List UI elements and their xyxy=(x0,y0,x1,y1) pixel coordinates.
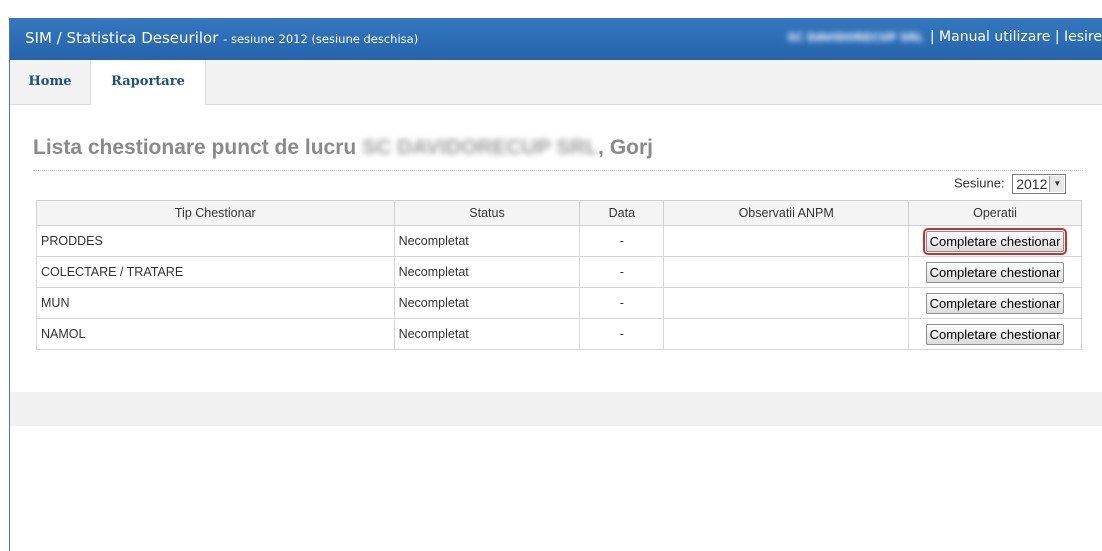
cell-data: - xyxy=(579,256,665,288)
page-title: Lista chestionare punct de lucru SC DAVI… xyxy=(33,136,653,160)
session-selector: Sesiune: 2012 ▼ xyxy=(954,174,1067,194)
cell-status: Necompletat xyxy=(393,225,581,257)
cell-status: Necompletat xyxy=(393,318,581,350)
page-title-suffix: , Gorj xyxy=(598,136,654,159)
cell-operatii: Completare chestionar xyxy=(908,318,1082,350)
session-label: Sesiune: xyxy=(954,175,1005,191)
complete-questionnaire-button[interactable]: Completare chestionar xyxy=(925,323,1065,345)
cell-tip: MUN xyxy=(36,287,395,319)
cell-operatii: Completare chestionar xyxy=(908,287,1082,319)
column-header-status: Status xyxy=(393,200,581,226)
manual-link[interactable]: Manual utilizare xyxy=(939,29,1050,45)
title-divider xyxy=(33,170,1083,171)
tab-raportare[interactable]: Raportare xyxy=(90,60,206,105)
main-nav: Home Raportare xyxy=(10,60,1102,105)
session-select[interactable]: 2012 ▼ xyxy=(1012,174,1067,194)
cell-tip: COLECTARE / TRATARE xyxy=(36,256,395,288)
app-title-block: SIM / Statistica Deseurilor - sesiune 20… xyxy=(25,29,418,47)
table-header-row: Tip Chestionar Status Data Observatii AN… xyxy=(36,200,1082,226)
column-header-observatii: Observatii ANPM xyxy=(663,200,910,226)
column-header-operatii: Operatii xyxy=(908,200,1082,226)
table-row: NAMOL Necompletat - Completare chestiona… xyxy=(36,318,1082,350)
table-row: COLECTARE / TRATARE Necompletat - Comple… xyxy=(36,256,1082,288)
questionnaire-table: Tip Chestionar Status Data Observatii AN… xyxy=(36,200,1082,350)
page-title-company: SC DAVIDORECUP SRL xyxy=(362,136,599,159)
app-title: SIM / Statistica Deseurilor xyxy=(25,29,219,47)
header-user-links: SC DAVIDORECUP SRL | Manual utilizare | … xyxy=(787,29,1102,45)
cell-observatii xyxy=(663,287,910,319)
cell-data: - xyxy=(579,287,665,319)
company-name: SC DAVIDORECUP SRL xyxy=(787,31,924,44)
column-header-tip: Tip Chestionar xyxy=(36,200,395,226)
session-info: - sesiune 2012 (sesiune deschisa) xyxy=(223,32,419,46)
tab-home[interactable]: Home xyxy=(10,60,90,104)
cell-data: - xyxy=(579,225,665,257)
cell-observatii xyxy=(663,318,910,350)
session-select-value: 2012 xyxy=(1016,176,1048,192)
complete-questionnaire-button[interactable]: Completare chestionar xyxy=(925,261,1065,283)
cell-observatii xyxy=(663,225,910,257)
header-separator: | xyxy=(925,29,940,45)
complete-questionnaire-button[interactable]: Completare chestionar xyxy=(922,227,1068,255)
chevron-down-icon[interactable]: ▼ xyxy=(1049,176,1065,192)
cell-tip: PRODDES xyxy=(36,225,395,257)
table-row: PRODDES Necompletat - Completare chestio… xyxy=(36,225,1082,257)
cell-observatii xyxy=(663,256,910,288)
cell-data: - xyxy=(579,318,665,350)
cell-operatii: Completare chestionar xyxy=(908,256,1082,288)
cell-tip: NAMOL xyxy=(36,318,395,350)
cell-status: Necompletat xyxy=(393,287,581,319)
cell-status: Necompletat xyxy=(393,256,581,288)
column-header-data: Data xyxy=(579,200,665,226)
page-title-prefix: Lista chestionare punct de lucru xyxy=(33,136,363,159)
footer-band xyxy=(10,392,1102,426)
exit-link[interactable]: Iesire xyxy=(1064,29,1102,45)
page-left-border xyxy=(0,0,10,551)
app-header: SIM / Statistica Deseurilor - sesiune 20… xyxy=(10,18,1102,60)
header-separator: | xyxy=(1050,29,1064,45)
cell-operatii: Completare chestionar xyxy=(908,225,1082,257)
complete-questionnaire-button[interactable]: Completare chestionar xyxy=(925,292,1065,314)
table-row: MUN Necompletat - Completare chestionar xyxy=(36,287,1082,319)
